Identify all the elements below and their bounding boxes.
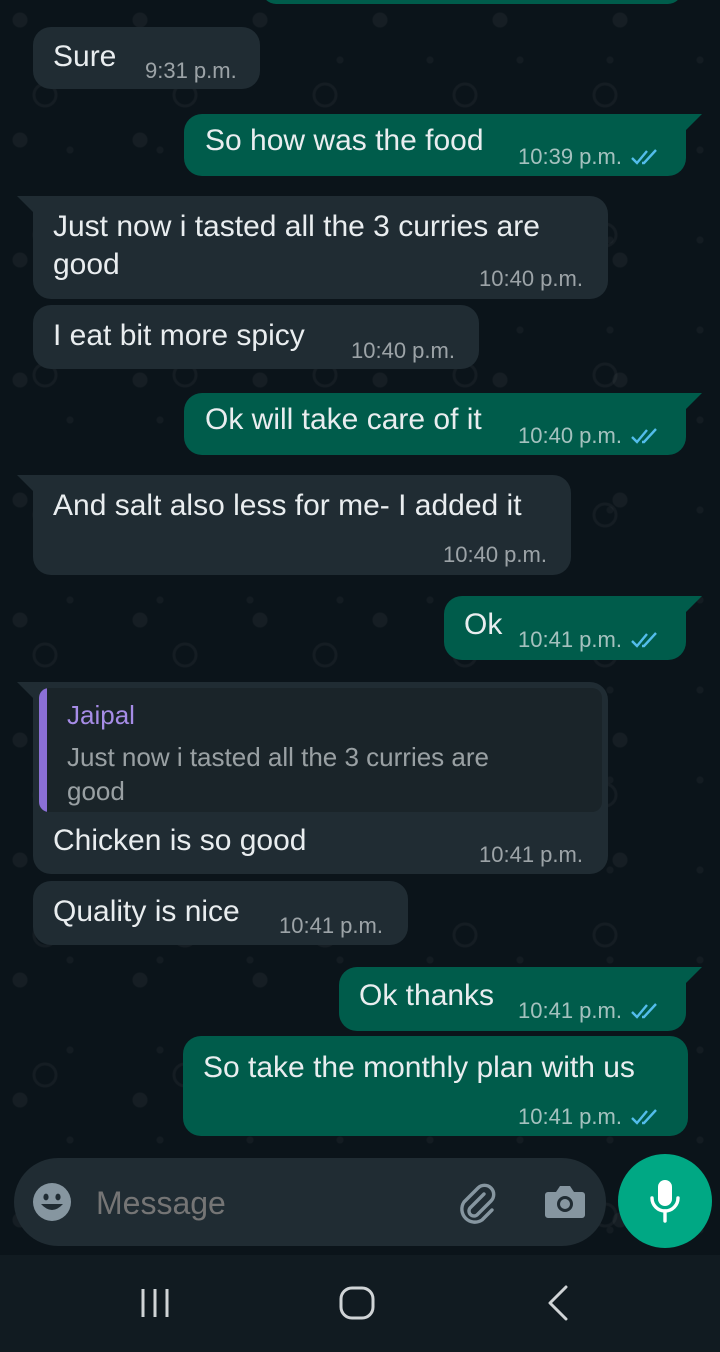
message-text: Ok thanks bbox=[359, 979, 495, 1012]
home-icon[interactable] bbox=[339, 1286, 375, 1320]
quoted-message[interactable]: Jaipal Just now i tasted all the 3 curri… bbox=[39, 688, 602, 812]
read-tick-icon bbox=[631, 1109, 657, 1125]
camera-icon[interactable] bbox=[544, 1182, 586, 1220]
message-text-line-1: Just now i tasted all the 3 curries are bbox=[53, 210, 540, 243]
attach-icon[interactable] bbox=[454, 1180, 500, 1226]
message-text: I eat bit more spicy bbox=[53, 319, 305, 352]
mic-button[interactable] bbox=[618, 1154, 712, 1248]
bubble-tail bbox=[686, 393, 702, 409]
chat-area: Sure 9:31 p.m. So how was the food 10:39… bbox=[0, 0, 720, 1255]
system-navigation-bar bbox=[0, 1255, 720, 1352]
message-outgoing[interactable]: So take the monthly plan with us 10:41 p… bbox=[183, 1036, 688, 1136]
message-time-row: 10:41 p.m. bbox=[518, 627, 660, 653]
bubble-tail bbox=[17, 475, 33, 491]
quote-text: Just now i tasted all the 3 curries are … bbox=[67, 742, 489, 806]
message-time: 9:31 p.m. bbox=[145, 58, 237, 83]
read-tick-icon bbox=[631, 149, 657, 165]
bubble-tail bbox=[686, 596, 702, 612]
message-time-row: 10:41 p.m. bbox=[518, 998, 660, 1024]
message-time: 10:39 p.m. bbox=[518, 144, 622, 169]
recent-apps-icon[interactable] bbox=[138, 1287, 172, 1319]
message-incoming[interactable]: Just now i tasted all the 3 curries are … bbox=[17, 196, 608, 299]
message-time-row: 10:40 p.m. bbox=[518, 423, 660, 449]
bubble-tail bbox=[17, 196, 33, 212]
message-incoming[interactable]: And salt also less for me- I added it 10… bbox=[17, 475, 571, 575]
quote-author: Jaipal bbox=[67, 700, 135, 730]
message-time-row: 10:39 p.m. bbox=[518, 144, 660, 170]
message-text-line-2: good bbox=[53, 248, 120, 281]
message-time: 10:41 p.m. bbox=[518, 998, 622, 1023]
message-text: So take the monthly plan with us bbox=[203, 1051, 635, 1084]
message-composer bbox=[14, 1158, 606, 1246]
message-time: 10:40 p.m. bbox=[479, 266, 583, 291]
message-input[interactable] bbox=[94, 1176, 428, 1230]
message-outgoing[interactable]: Ok will take care of it 10:40 p.m. bbox=[184, 393, 702, 455]
message-outgoing[interactable]: Ok 10:41 p.m. bbox=[444, 596, 702, 660]
message-time: 10:41 p.m. bbox=[279, 913, 383, 938]
message-time: 10:41 p.m. bbox=[518, 627, 622, 652]
message-time: 10:40 p.m. bbox=[443, 542, 547, 567]
message-text: So how was the food bbox=[205, 124, 484, 157]
message-outgoing[interactable]: Ok thanks 10:41 p.m. bbox=[339, 967, 702, 1031]
message-text: And salt also less for me- I added it bbox=[53, 489, 522, 522]
read-tick-icon bbox=[631, 428, 657, 444]
message-time: 10:40 p.m. bbox=[518, 423, 622, 448]
message-time: 10:40 p.m. bbox=[351, 338, 455, 363]
bubble-tail bbox=[17, 682, 33, 698]
message-text: Ok bbox=[464, 608, 503, 641]
bubble-tail bbox=[686, 114, 702, 130]
read-tick-icon bbox=[631, 632, 657, 648]
emoji-icon[interactable] bbox=[32, 1182, 72, 1222]
back-icon[interactable] bbox=[546, 1285, 570, 1321]
message-time: 10:41 p.m. bbox=[518, 1104, 622, 1129]
message-text: Chicken is so good bbox=[53, 824, 307, 857]
message-bubble-partial[interactable] bbox=[262, 0, 682, 4]
quote-bar bbox=[39, 688, 47, 812]
message-incoming[interactable]: Sure 9:31 p.m. bbox=[33, 27, 260, 89]
message-text: Quality is nice bbox=[53, 895, 240, 928]
message-incoming[interactable]: Quality is nice 10:41 p.m. bbox=[33, 881, 408, 945]
read-tick-icon bbox=[631, 1003, 657, 1019]
message-outgoing[interactable]: So how was the food 10:39 p.m. bbox=[184, 114, 702, 176]
message-text: Sure bbox=[53, 40, 117, 73]
bubble-tail bbox=[686, 967, 702, 983]
message-text: Ok will take care of it bbox=[205, 403, 482, 436]
mic-icon bbox=[650, 1180, 680, 1223]
message-time-row: 10:41 p.m. bbox=[518, 1104, 660, 1130]
message-incoming-reply[interactable]: Jaipal Just now i tasted all the 3 curri… bbox=[17, 682, 608, 874]
message-incoming[interactable]: I eat bit more spicy 10:40 p.m. bbox=[33, 305, 479, 369]
message-time: 10:41 p.m. bbox=[479, 842, 583, 867]
